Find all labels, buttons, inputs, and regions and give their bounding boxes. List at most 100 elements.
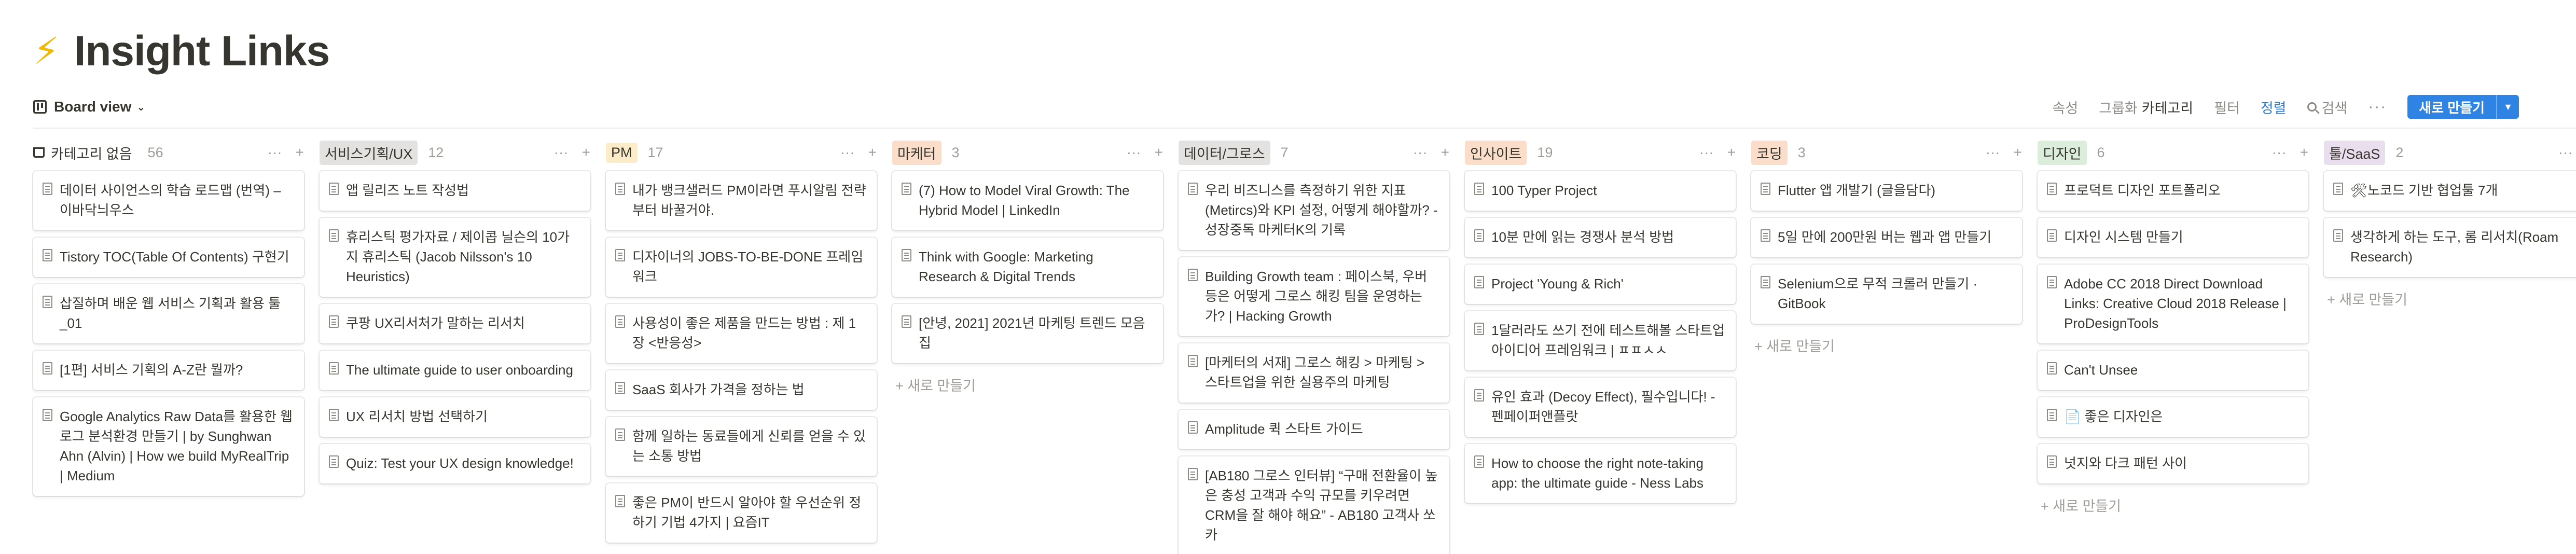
board-card[interactable]: 프로덕트 디자인 포트폴리오 bbox=[2038, 171, 2308, 211]
board-card[interactable]: Selenium으로 무적 크롤러 만들기 · GitBook bbox=[1751, 265, 2022, 324]
board-card[interactable]: Amplitude 퀵 스타트 가이드 bbox=[1179, 410, 1449, 449]
board-card[interactable]: 유인 효과 (Decoy Effect), 필수입니다! - 펜페이퍼앤플랏 bbox=[1465, 378, 1736, 437]
column-header[interactable]: 툴/SaaS 2 ···+ bbox=[2324, 137, 2576, 168]
board-card[interactable]: [마케터의 서재] 그로스 해킹 > 마케팅 > 스타트업을 위한 실용주의 마… bbox=[1179, 343, 1449, 403]
board-card[interactable]: 디자인 시스템 만들기 bbox=[2038, 218, 2308, 257]
column-header[interactable]: 디자인 6 ··· + bbox=[2038, 137, 2308, 168]
board-card[interactable]: 앱 릴리즈 노트 작성법 bbox=[320, 171, 590, 211]
plus-icon[interactable]: + bbox=[2300, 144, 2308, 161]
column-header[interactable]: PM 17 ··· + bbox=[606, 137, 877, 168]
column-header[interactable]: 서비스기획/UX 12 ··· + bbox=[320, 137, 590, 168]
board-card[interactable]: Building Growth team : 페이스북, 우버 등은 어떻게 그… bbox=[1179, 257, 1449, 336]
more-options-icon[interactable]: ··· bbox=[554, 144, 569, 161]
view-switcher[interactable]: Board view ⌄ bbox=[33, 99, 145, 115]
board-card[interactable]: 휴리스틱 평가자료 / 제이콥 닐슨의 10가지 휴리스틱 (Jacob Nil… bbox=[320, 218, 590, 297]
more-options-icon[interactable]: ··· bbox=[1127, 144, 1141, 161]
page-icon bbox=[43, 249, 52, 261]
column-header[interactable]: 데이터/그로스 7 ··· + bbox=[1179, 137, 1449, 168]
board-card[interactable]: Adobe CC 2018 Direct Download Links: Cre… bbox=[2038, 265, 2308, 343]
board-card[interactable]: [AB180 그로스 인터뷰] “구매 전환율이 높은 충성 고객과 수익 규모… bbox=[1179, 456, 1449, 554]
card-list: (7) How to Model Viral Growth: The Hybri… bbox=[892, 168, 1163, 363]
card-title: [안녕, 2021] 2021년 마케팅 트렌드 모음집 bbox=[919, 315, 1145, 351]
properties-button[interactable]: 속성 bbox=[2053, 97, 2079, 117]
board-card[interactable]: Think with Google: Marketing Research & … bbox=[892, 238, 1163, 297]
card-title: Quiz: Test your UX design knowledge! bbox=[346, 455, 574, 471]
card-list: 🛠노코드 기반 협업툴 7개생각하게 하는 도구, 롬 리서치(Roam Res… bbox=[2324, 168, 2576, 277]
board-card[interactable]: 내가 뱅크샐러드 PM이라면 푸시알림 전략부터 바꿀거야. bbox=[606, 171, 877, 230]
board-card[interactable]: 📄 좋은 디자인은 bbox=[2038, 397, 2308, 437]
board-card[interactable]: Tistory TOC(Table Of Contents) 구현기 bbox=[33, 238, 304, 277]
board-card[interactable]: [안녕, 2021] 2021년 마케팅 트렌드 모음집 bbox=[892, 304, 1163, 363]
group-by-button[interactable]: 그룹화 카테고리 bbox=[2099, 97, 2193, 117]
column-header[interactable]: 카테고리 없음 56 ··· + bbox=[33, 137, 304, 168]
board-card[interactable]: 10분 만에 읽는 경쟁사 분석 방법 bbox=[1465, 218, 1736, 257]
more-options-icon[interactable]: ··· bbox=[2558, 144, 2573, 161]
board-card[interactable]: How to choose the right note-taking app:… bbox=[1465, 444, 1736, 503]
sort-button[interactable]: 정렬 bbox=[2261, 97, 2287, 117]
more-options-icon[interactable]: ··· bbox=[840, 144, 855, 161]
more-options-icon[interactable]: ··· bbox=[1699, 144, 1714, 161]
plus-icon[interactable]: + bbox=[1441, 144, 1449, 161]
add-card-button[interactable]: + 새로 만들기 bbox=[2324, 288, 2576, 309]
card-title: Amplitude 퀵 스타트 가이드 bbox=[1205, 421, 1363, 437]
board-card[interactable]: 생각하게 하는 도구, 롬 리서치(Roam Research) bbox=[2324, 218, 2576, 277]
board-card[interactable]: Quiz: Test your UX design knowledge! bbox=[320, 444, 590, 483]
page-icon bbox=[615, 249, 625, 261]
card-title: 프로덕트 디자인 포트폴리오 bbox=[2064, 183, 2221, 198]
more-options-icon[interactable]: ··· bbox=[1986, 144, 2000, 161]
column-count: 19 bbox=[1537, 144, 1553, 160]
column-header[interactable]: 인사이트 19 ··· + bbox=[1465, 137, 1736, 168]
plus-icon[interactable]: + bbox=[2014, 144, 2022, 161]
more-options-icon[interactable]: ··· bbox=[268, 144, 282, 161]
page-title[interactable]: Insight Links bbox=[74, 27, 330, 76]
more-options-icon[interactable]: ··· bbox=[2272, 144, 2287, 161]
search-button[interactable]: 검색 bbox=[2307, 97, 2347, 117]
column-header[interactable]: 마케터 3 ··· + bbox=[892, 137, 1163, 168]
board-card[interactable]: 100 Typer Project bbox=[1465, 171, 1736, 211]
board-card[interactable]: 우리 비즈니스를 측정하기 위한 지표(Metircs)와 KPI 설정, 어떻… bbox=[1179, 171, 1449, 250]
board-card[interactable]: (7) How to Model Viral Growth: The Hybri… bbox=[892, 171, 1163, 230]
board-card[interactable]: SaaS 회사가 가격을 정하는 법 bbox=[606, 370, 877, 410]
column-header[interactable]: 코딩 3 ··· + bbox=[1751, 137, 2022, 168]
card-title: 1달러라도 쓰기 전에 테스트해볼 스타트업 아이디어 프레임워크 | ㅍㅍㅅㅅ bbox=[1491, 323, 1725, 358]
board-card[interactable]: Project 'Young & Rich' bbox=[1465, 265, 1736, 304]
board-card[interactable]: 디자이너의 JOBS-TO-BE-DONE 프레임워크 bbox=[606, 238, 877, 297]
filter-button[interactable]: 필터 bbox=[2214, 97, 2240, 117]
chevron-down-icon: ⌄ bbox=[136, 101, 146, 113]
chevron-down-icon[interactable]: ▼ bbox=[2496, 95, 2519, 119]
board-card[interactable]: The ultimate guide to user onboarding bbox=[320, 351, 590, 390]
new-button[interactable]: 새로 만들기 bbox=[2407, 95, 2496, 119]
plus-icon[interactable]: + bbox=[868, 144, 877, 161]
card-title: 우리 비즈니스를 측정하기 위한 지표(Metircs)와 KPI 설정, 어떻… bbox=[1205, 183, 1438, 238]
plus-icon[interactable]: + bbox=[582, 144, 590, 161]
board-card[interactable]: 함께 일하는 동료들에게 신뢰를 얻을 수 있는 소통 방법 bbox=[606, 417, 877, 476]
board-card[interactable]: 5일 만에 200만원 버는 웹과 앱 만들기 bbox=[1751, 218, 2022, 257]
board-card[interactable]: UX 리서치 방법 선택하기 bbox=[320, 397, 590, 437]
plus-icon[interactable]: + bbox=[296, 144, 304, 161]
board-card[interactable]: Google Analytics Raw Data를 활용한 웹 로그 분석환경… bbox=[33, 397, 304, 496]
board-card[interactable]: 쿠팡 UX리서처가 말하는 리서치 bbox=[320, 304, 590, 343]
lightning-icon[interactable]: ⚡ bbox=[33, 33, 60, 70]
plus-icon[interactable]: + bbox=[1155, 144, 1163, 161]
more-options-icon[interactable]: ··· bbox=[2368, 98, 2387, 116]
board-card[interactable]: 데이터 사이언스의 학습 로드맵 (번역) – 이바닥늬우스 bbox=[33, 171, 304, 230]
board-card[interactable]: 삽질하며 배운 웹 서비스 기획과 활용 툴_01 bbox=[33, 284, 304, 343]
database-toolbar: Board view ⌄ 속성 그룹화 카테고리 필터 정렬 검색 ··· 새로 … bbox=[33, 91, 2576, 122]
board-card[interactable]: Can't Unsee bbox=[2038, 351, 2308, 390]
card-title: How to choose the right note-taking app:… bbox=[1491, 455, 1704, 491]
more-options-icon[interactable]: ··· bbox=[1413, 144, 1428, 161]
column-title: 마케터 bbox=[892, 140, 941, 165]
board-card[interactable]: 좋은 PM이 반드시 알아야 할 우선순위 정하기 기법 4가지 | 요즘IT bbox=[606, 483, 877, 543]
card-title: 휴리스틱 평가자료 / 제이콥 닐슨의 10가지 휴리스틱 (Jacob Nil… bbox=[346, 229, 570, 284]
add-card-button[interactable]: + 새로 만들기 bbox=[2038, 495, 2308, 515]
board-card[interactable]: 🛠노코드 기반 협업툴 7개 bbox=[2324, 171, 2576, 211]
board-card[interactable]: 넛지와 다크 패턴 사이 bbox=[2038, 444, 2308, 483]
board-card[interactable]: [1편] 서비스 기획의 A-Z란 뭘까? bbox=[33, 351, 304, 390]
board-card[interactable]: 사용성이 좋은 제품을 만드는 방법 : 제 1장 <반응성> bbox=[606, 304, 877, 363]
add-card-button[interactable]: + 새로 만들기 bbox=[1751, 335, 2022, 355]
add-card-button[interactable]: + 새로 만들기 bbox=[892, 375, 1163, 395]
board-column: 마케터 3 ··· + (7) How to Model Viral Growth: T… bbox=[892, 137, 1163, 554]
board-card[interactable]: Flutter 앱 개발기 (글을담다) bbox=[1751, 171, 2022, 211]
board-card[interactable]: 1달러라도 쓰기 전에 테스트해볼 스타트업 아이디어 프레임워크 | ㅍㅍㅅㅅ bbox=[1465, 311, 1736, 370]
plus-icon[interactable]: + bbox=[1727, 144, 1736, 161]
